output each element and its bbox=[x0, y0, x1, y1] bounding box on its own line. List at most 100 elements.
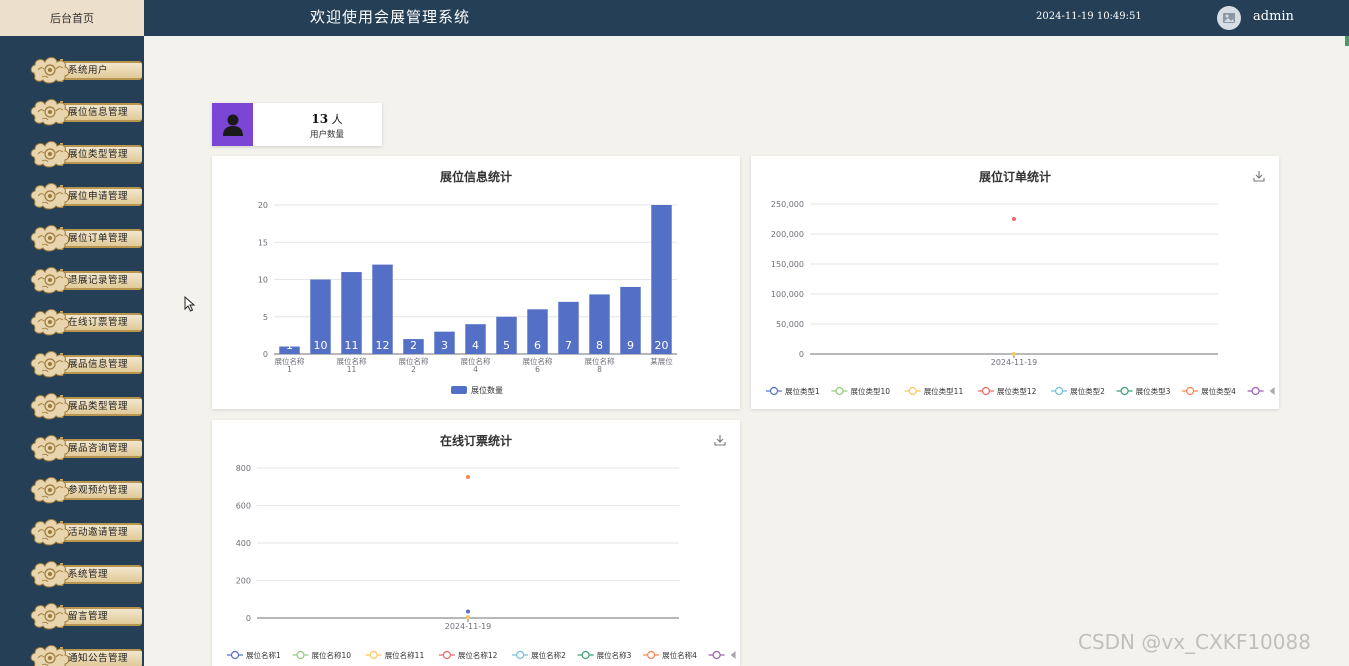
sidebar-item[interactable]: 退展记录管理 bbox=[0, 259, 144, 301]
y-tick-label: 200,000 bbox=[771, 230, 804, 239]
sidebar-item[interactable]: 留言管理 bbox=[0, 595, 144, 637]
x-tick-label: 8 bbox=[597, 365, 602, 374]
y-tick-label: 0 bbox=[246, 614, 251, 623]
sidebar-item[interactable]: 系统管理 bbox=[0, 553, 144, 595]
username[interactable]: admin bbox=[1253, 0, 1294, 36]
bar-value-label: 8 bbox=[596, 339, 603, 352]
legend-marker[interactable] bbox=[769, 386, 779, 396]
bar-value-label: 9 bbox=[627, 339, 634, 352]
scatter-point[interactable] bbox=[466, 615, 470, 620]
sidebar-item-label: 系统管理 bbox=[68, 569, 109, 580]
bar-value-label: 1 bbox=[286, 339, 293, 352]
legend-label[interactable]: 展位名称4 bbox=[662, 650, 697, 660]
y-tick-label: 0 bbox=[263, 350, 268, 359]
welcome-title: 欢迎使用会展管理系统 bbox=[310, 8, 471, 26]
x-tick-label: 2024-11-19 bbox=[445, 622, 492, 631]
sidebar-item-label: 展位订单管理 bbox=[68, 233, 129, 244]
legend-prev-icon[interactable] bbox=[1269, 387, 1275, 395]
sidebar-item[interactable]: 展位信息管理 bbox=[0, 91, 144, 133]
sidebar-item[interactable]: 活动邀请管理 bbox=[0, 511, 144, 553]
y-tick-label: 5 bbox=[263, 313, 268, 322]
legend-marker[interactable] bbox=[1251, 386, 1260, 396]
legend-marker[interactable] bbox=[296, 650, 305, 660]
y-tick-label: 200 bbox=[236, 577, 251, 586]
scatter-point[interactable] bbox=[1012, 352, 1016, 356]
stat-number: 13 bbox=[311, 112, 329, 126]
bar[interactable] bbox=[651, 205, 672, 354]
sidebar-item-label: 展位信息管理 bbox=[68, 107, 129, 118]
legend-label[interactable]: 展位类型2 bbox=[1070, 386, 1105, 396]
legend-label[interactable]: 展位数量 bbox=[471, 385, 503, 395]
legend-label[interactable]: 展位名称3 bbox=[597, 650, 632, 660]
sidebar-item[interactable]: 通知公告管理 bbox=[0, 637, 144, 666]
stat-label: 用户数量 bbox=[309, 130, 344, 140]
bar-value-label: 10 bbox=[314, 339, 328, 352]
bar-value-label: 6 bbox=[534, 339, 541, 352]
legend-marker[interactable] bbox=[1055, 386, 1064, 396]
legend-prev-icon[interactable] bbox=[730, 651, 736, 659]
legend-label[interactable]: 展位类型3 bbox=[1136, 386, 1171, 396]
scatter-point[interactable] bbox=[466, 475, 470, 479]
home-tab[interactable]: 后台首页 bbox=[0, 0, 144, 36]
legend-label[interactable]: 展位名称1 bbox=[246, 650, 281, 660]
ticket-chart: 0 200 400 600 800 2024-11-19 展位名称1 展位名称10 展位名称11… bbox=[227, 464, 736, 660]
legend-swatch[interactable] bbox=[451, 386, 467, 394]
sidebar-item[interactable]: 在线订票管理 bbox=[0, 301, 144, 343]
legend-label[interactable]: 展位名称10 bbox=[312, 650, 352, 660]
legend-marker[interactable] bbox=[1120, 386, 1129, 396]
legend-marker[interactable] bbox=[908, 386, 917, 396]
sidebar-item-label: 留言管理 bbox=[68, 611, 109, 622]
y-tick-label: 50,000 bbox=[776, 320, 804, 329]
legend-label[interactable]: 展位名称2 bbox=[531, 650, 566, 660]
watermark: CSDN @vx_CXKF10088 bbox=[1078, 630, 1311, 654]
scatter-point[interactable] bbox=[466, 609, 470, 614]
legend-label[interactable]: 展位类型11 bbox=[924, 386, 964, 396]
booth-info-chart: 051015201 10 11 12 2 3 4 5 6 7 8 9 20展位名称1展位名称11展位名称… bbox=[258, 201, 677, 395]
sidebar-item[interactable]: 展品类型管理 bbox=[0, 385, 144, 427]
sidebar-item[interactable]: 展位类型管理 bbox=[0, 133, 144, 175]
legend-label[interactable]: 展位类型12 bbox=[997, 386, 1037, 396]
sidebar-item[interactable]: 参观预约管理 bbox=[0, 469, 144, 511]
legend-marker[interactable] bbox=[835, 386, 844, 396]
legend-marker[interactable] bbox=[712, 650, 721, 660]
x-tick-label: 6 bbox=[535, 365, 540, 374]
sidebar-item[interactable]: 展品信息管理 bbox=[0, 343, 144, 385]
user-icon bbox=[222, 114, 243, 136]
legend-marker[interactable] bbox=[442, 650, 451, 660]
legend-marker[interactable] bbox=[1186, 386, 1195, 396]
stat-icon-box bbox=[212, 103, 253, 146]
stat-unit: 人 bbox=[331, 113, 343, 126]
y-tick-label: 600 bbox=[236, 502, 251, 511]
sidebar-item[interactable]: 展位订单管理 bbox=[0, 217, 144, 259]
y-tick-label: 15 bbox=[258, 238, 268, 247]
legend-marker[interactable] bbox=[581, 650, 590, 660]
legend-marker[interactable] bbox=[369, 650, 378, 660]
sidebar-item[interactable]: 展品咨询管理 bbox=[0, 427, 144, 469]
legend-marker[interactable] bbox=[230, 650, 240, 660]
x-tick-label: 11 bbox=[347, 365, 357, 374]
sidebar-item[interactable]: 系统用户 bbox=[0, 49, 144, 91]
scatter-point[interactable] bbox=[1012, 217, 1016, 221]
legend-label[interactable]: 展位名称12 bbox=[458, 650, 498, 660]
user-avatar-icon[interactable] bbox=[1217, 6, 1241, 30]
bar-value-label: 5 bbox=[503, 339, 510, 352]
y-tick-label: 800 bbox=[236, 464, 251, 473]
x-tick-label: 1 bbox=[287, 365, 292, 374]
sidebar-item-label: 展位申请管理 bbox=[68, 191, 129, 202]
legend-label[interactable]: 展位名称11 bbox=[385, 650, 425, 660]
sidebar-item-label: 参观预约管理 bbox=[68, 485, 129, 496]
bar-value-label: 20 bbox=[655, 339, 669, 352]
sidebar-item[interactable]: 展位申请管理 bbox=[0, 175, 144, 217]
legend-marker[interactable] bbox=[647, 650, 656, 660]
sidebar-item-label: 活动邀请管理 bbox=[68, 527, 129, 538]
booth-order-chart: 0 50,000 100,000 150,000 200,000 250,000 2024-… bbox=[766, 200, 1275, 396]
legend-label[interactable]: 展位类型10 bbox=[851, 386, 891, 396]
x-tick-label: 某展位 bbox=[650, 356, 673, 366]
legend-label[interactable]: 展位类型1 bbox=[785, 386, 820, 396]
scrollbar-indicator[interactable] bbox=[1345, 36, 1349, 46]
legend-marker[interactable] bbox=[981, 386, 990, 396]
mouse-cursor-icon bbox=[184, 296, 196, 312]
y-tick-label: 100,000 bbox=[771, 290, 804, 299]
legend-marker[interactable] bbox=[516, 650, 525, 660]
legend-label[interactable]: 展位类型4 bbox=[1201, 386, 1236, 396]
